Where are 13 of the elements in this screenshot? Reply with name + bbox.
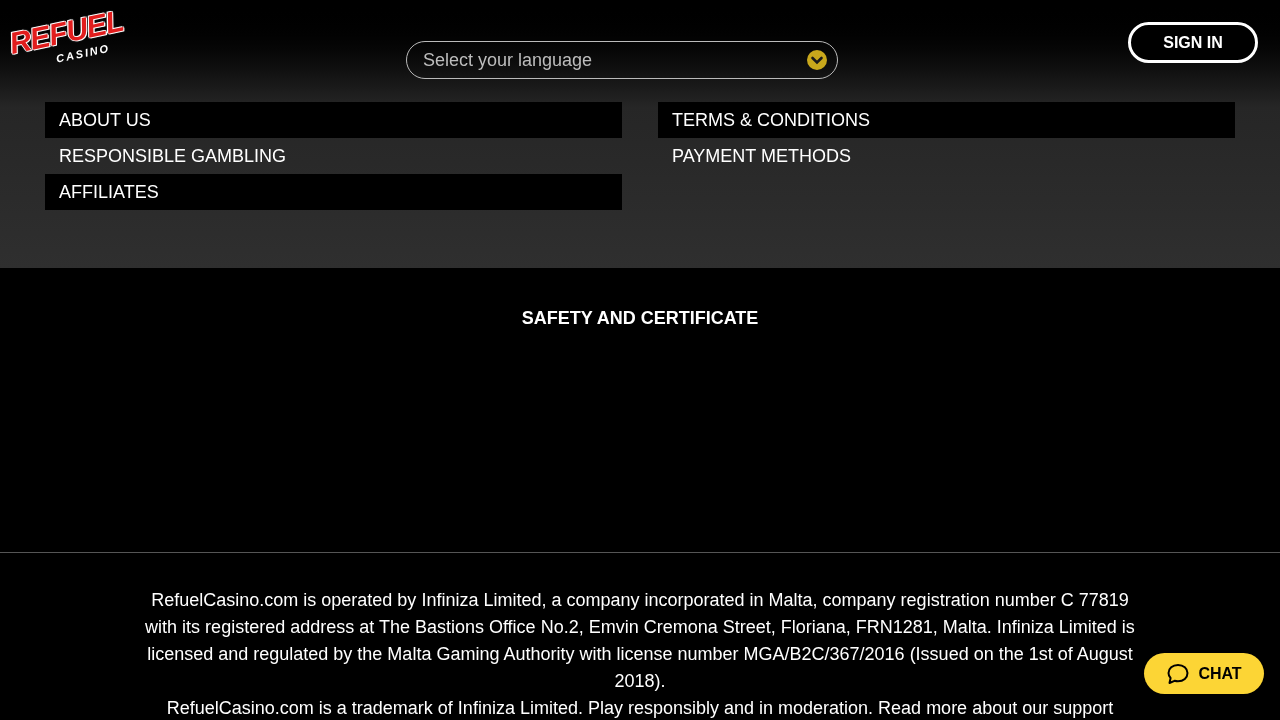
footer-link[interactable]: ABOUT US	[45, 102, 622, 138]
chat-button[interactable]: CHAT	[1144, 653, 1264, 694]
sign-in-button[interactable]: SIGN IN	[1128, 22, 1258, 63]
section-title: SAFETY AND CERTIFICATE	[521, 307, 759, 329]
legal-text: RefuelCasino.com is operated by Infiniza Limited, a company incorporated in Malta, company registration number C 77819 with its registered address at The Bastions Office No.2, Emvin Cremona Street, Floriana, FRN1281, Malta. Infiniza Limited is licensed and regulated by the Malta Gaming Authority with license number MGA/B2C/367/2016 (Issued on the 1st of August 2018).	[144, 589, 1136, 693]
footer-link[interactable]: PAYMENT METHODS	[658, 138, 1235, 174]
footer-link[interactable]: RESPONSIBLE GAMBLING	[45, 138, 622, 174]
footer-link[interactable]: AFFILIATES	[45, 174, 622, 210]
language-placeholder: Select your language	[423, 48, 593, 72]
legal-text: RefuelCasino.com is a trademark of Infiniza Limited. Play responsibly and in moderation. Read more about our support	[165, 697, 1115, 720]
footer-link[interactable]: TERMS & CONDITIONS	[658, 102, 1235, 138]
chevron-down-icon	[807, 50, 827, 70]
speech-bubble-icon	[1166, 662, 1191, 685]
